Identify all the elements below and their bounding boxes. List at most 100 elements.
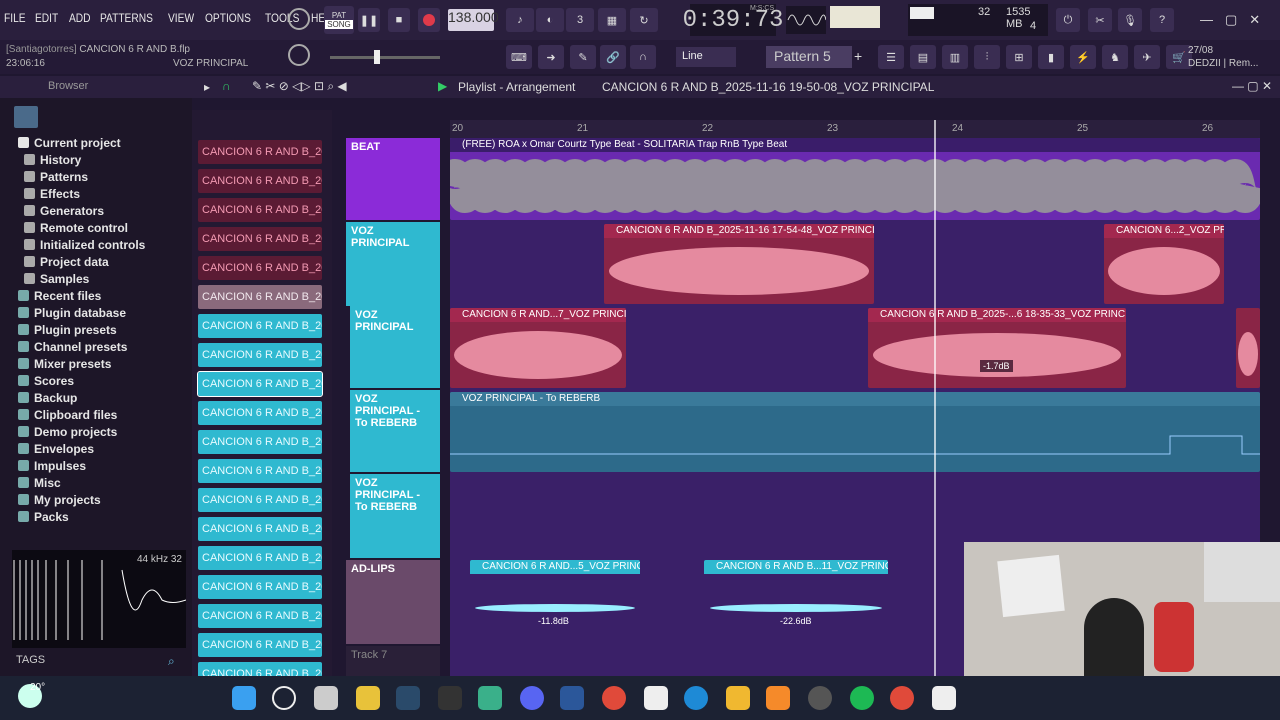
arrow-right-icon[interactable]: ▸ (204, 80, 210, 94)
pattern-item[interactable]: CANCION 6 R AND B_2025... (198, 343, 322, 367)
browser-item[interactable]: Plugin database (18, 304, 145, 321)
pattern-item[interactable]: CANCION 6 R AND B_2025... (198, 430, 322, 454)
app-icon[interactable] (478, 686, 502, 710)
add-pattern-icon[interactable]: + (854, 48, 862, 64)
cloud-icon[interactable]: ✈ (1134, 45, 1160, 69)
start-icon[interactable] (232, 686, 256, 710)
clip-voz-1a[interactable]: CANCION 6 R AND B_2025-11-16 17-54-48_VO… (604, 224, 874, 304)
pattern-item[interactable]: CANCION 6 R AND B_2025... (198, 256, 322, 280)
track-voz-1[interactable]: VOZ PRINCIPAL (346, 222, 440, 306)
tempo-display[interactable]: 138.000 (448, 9, 499, 31)
browser-item[interactable]: Packs (18, 508, 145, 525)
mixer-icon[interactable]: ⫶ (974, 45, 1000, 69)
clip-voz-1b[interactable]: CANCION 6...2_VOZ PRINCIPAL (1104, 224, 1224, 304)
steam-icon[interactable] (396, 686, 420, 710)
playhead-marker[interactable] (934, 120, 936, 676)
stop-button[interactable]: ■ (388, 8, 410, 32)
pattern-item[interactable]: CANCION 6 R AND B_2025... (198, 314, 322, 338)
menu-view[interactable]: VIEW (168, 11, 194, 25)
browser-icon[interactable]: ⊞ (1006, 45, 1032, 69)
plugin-icon[interactable]: ⚡ (1070, 45, 1096, 69)
tags-label[interactable]: TAGS (16, 654, 45, 666)
app-icon[interactable] (356, 686, 380, 710)
pattern-item[interactable]: CANCION 6 R AND B_2025... (198, 198, 322, 222)
metronome-icon[interactable]: ♪ (506, 8, 534, 32)
pattern-item[interactable]: CANCION 6 R AND B_2025... (198, 140, 322, 164)
cut-tool-icon[interactable]: ✂ (1088, 8, 1112, 32)
fl-studio-icon[interactable] (766, 686, 790, 710)
menu-edit[interactable]: EDIT (35, 11, 58, 25)
piano-roll-icon[interactable]: ▤ (910, 45, 936, 69)
playlist-icon[interactable]: ☰ (878, 45, 904, 69)
browser-item[interactable]: Impulses (18, 457, 145, 474)
capcut-icon[interactable] (932, 686, 956, 710)
search-icon[interactable] (272, 686, 296, 710)
clip-beat[interactable]: (FREE) ROA x Omar Courtz Type Beat - SOL… (450, 138, 1260, 220)
pattern-item[interactable]: CANCION 6 R AND B_2025... (198, 546, 322, 570)
chrome-icon[interactable] (890, 686, 914, 710)
track-7[interactable]: Track 7 (346, 646, 440, 676)
microphone-icon[interactable]: 🎙 (1118, 8, 1142, 32)
browser-item[interactable]: Clipboard files (18, 406, 145, 423)
magnet-icon[interactable]: ∩ (630, 45, 656, 69)
obs-icon[interactable] (808, 686, 832, 710)
pattern-item[interactable]: CANCION 6 R AND B_2025... (198, 285, 322, 309)
loop-record-icon[interactable]: ↻ (630, 8, 658, 32)
typing-keyboard-icon[interactable]: ⌨ (506, 45, 532, 69)
track-reverb-2[interactable]: VOZ PRINCIPAL - To REBERB (350, 474, 440, 558)
browser-item[interactable]: Patterns (18, 168, 145, 185)
browser-item[interactable]: Project data (18, 253, 145, 270)
clip-voz-2c[interactable] (1236, 308, 1260, 388)
arrow-right-icon[interactable]: ➜ (538, 45, 564, 69)
browser-all-icon[interactable] (14, 106, 38, 128)
link-icon[interactable]: 🔗 (600, 45, 626, 69)
draw-tools-icon[interactable]: ✎ ✂ ⊘ ◁▷ ⊡ ⌕ ◀ (252, 79, 347, 94)
browser-item[interactable]: Misc (18, 474, 145, 491)
browser-item[interactable]: Recent files (18, 287, 145, 304)
pattern-item[interactable]: CANCION 6 R AND B_2025... (198, 169, 322, 193)
undo-history-icon[interactable]: ⏻ (1056, 8, 1080, 32)
pat-song-toggle[interactable]: PAT SONG (324, 6, 354, 34)
epic-games-icon[interactable] (438, 686, 462, 710)
master-pitch-knob[interactable] (288, 44, 310, 66)
spotify-icon[interactable] (850, 686, 874, 710)
explorer-icon[interactable] (726, 686, 750, 710)
search-icon[interactable]: ⌕ (168, 654, 175, 669)
menu-add[interactable]: ADD (69, 11, 91, 25)
menu-file[interactable]: FILE (4, 11, 26, 25)
chrome-icon[interactable] (602, 686, 626, 710)
close-icon[interactable]: ✕ (1249, 12, 1260, 28)
browser-item[interactable]: Channel presets (18, 338, 145, 355)
countdown-icon[interactable]: 3 (566, 8, 594, 32)
master-volume-slider[interactable] (330, 50, 440, 64)
browser-item[interactable]: Plugin presets (18, 321, 145, 338)
paint-icon[interactable]: ✎ (570, 45, 596, 69)
pattern-item[interactable]: CANCION 6 R AND B_2025... (198, 633, 322, 657)
track-ad-lips[interactable]: AD-LIPS (346, 560, 440, 644)
clip-reverb-automation[interactable]: VOZ PRINCIPAL - To REBERB (450, 392, 1260, 472)
clip-voz-2b[interactable]: CANCION 6 R AND B_2025-...6 18-35-33_VOZ… (868, 308, 1126, 388)
pattern-item[interactable]: CANCION 6 R AND B_2025... (198, 227, 322, 251)
capcut-icon[interactable] (644, 686, 668, 710)
word-icon[interactable] (560, 686, 584, 710)
channel-rack-icon[interactable]: ▥ (942, 45, 968, 69)
pattern-item[interactable]: CANCION 6 R AND B_2025... (198, 517, 322, 541)
news-panel[interactable]: 27/08 DEDZII | Rem... (1188, 44, 1258, 70)
browser-item[interactable]: Mixer presets (18, 355, 145, 372)
play-icon[interactable]: ▶ (438, 79, 447, 93)
browser-item[interactable]: Samples (18, 270, 145, 287)
pattern-item[interactable]: CANCION 6 R AND B_2025... (198, 459, 322, 483)
wait-record-icon[interactable]: ◐ (536, 8, 564, 32)
step-edit-icon[interactable]: ▦ (598, 8, 626, 32)
clip-adlips-1[interactable]: CANCION 6 R AND...5_VOZ PRINCIPAL-11.8dB (470, 560, 640, 642)
tools-icon[interactable]: ♞ (1102, 45, 1128, 69)
pattern-item[interactable]: CANCION 6 R AND B_2025... (198, 488, 322, 512)
browser-item[interactable]: History (18, 151, 145, 168)
menu-options[interactable]: OPTIONS (205, 11, 251, 25)
browser-item[interactable]: Initialized controls (18, 236, 145, 253)
record-button[interactable] (418, 8, 440, 32)
magnet-icon[interactable]: ∩ (222, 79, 231, 93)
pattern-item[interactable]: CANCION 6 R AND B_2025... (198, 401, 322, 425)
track-reverb-1[interactable]: VOZ PRINCIPAL - To REBERB (350, 390, 440, 472)
help-icon[interactable]: ? (1150, 8, 1174, 32)
